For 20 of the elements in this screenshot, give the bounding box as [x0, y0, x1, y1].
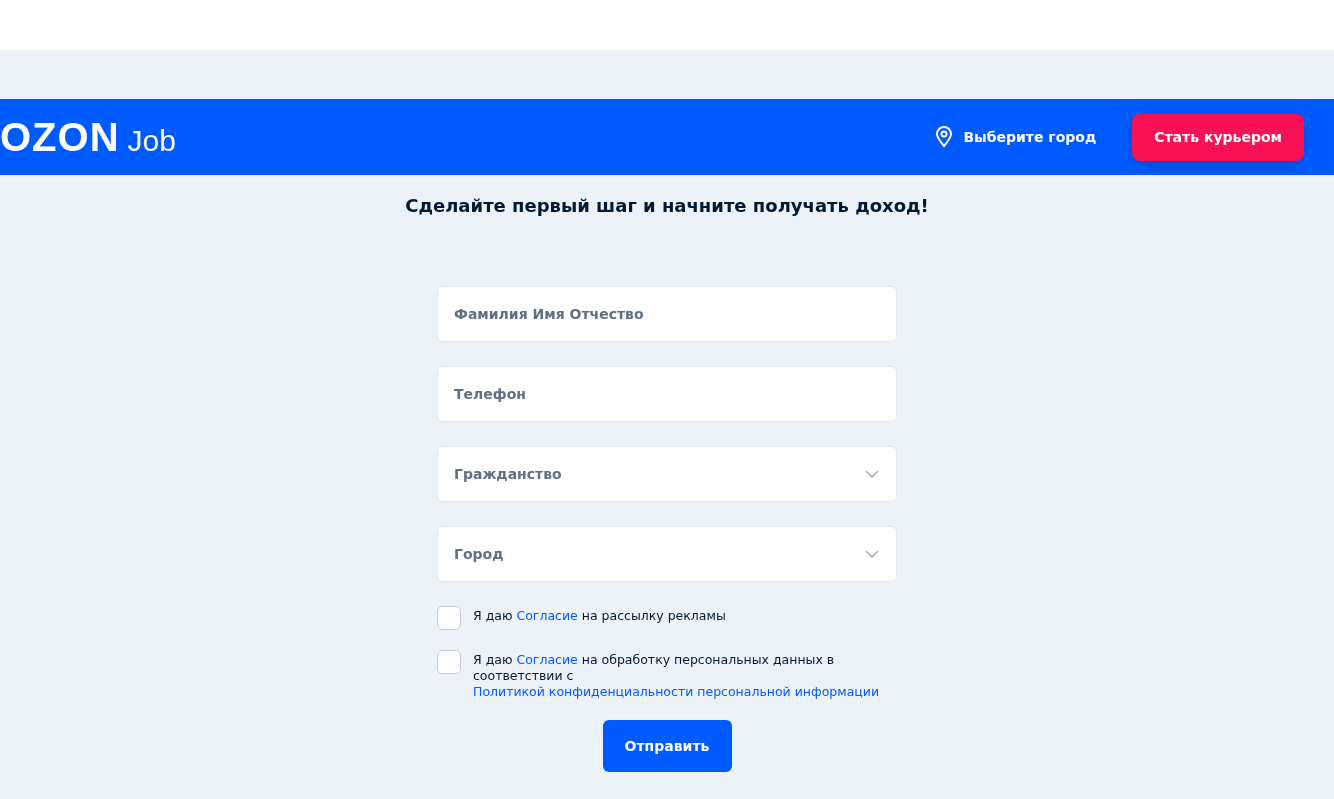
city-link[interactable]: Выберите город — [935, 126, 1097, 148]
consent-link[interactable]: Согласие — [516, 608, 578, 623]
input-field[interactable]: Фамилия Имя Отчество — [437, 286, 897, 342]
logo-suffix: Job — [127, 123, 176, 158]
select-field[interactable]: Город — [437, 526, 897, 582]
chevron-down-icon — [865, 470, 879, 478]
privacy-policy-link[interactable]: Политикой конфиденциальности персональной информации — [473, 684, 880, 699]
select-field[interactable]: Гражданство — [437, 446, 897, 502]
checkbox[interactable] — [437, 650, 461, 674]
become-courier-button[interactable]: Стать курьером — [1132, 113, 1304, 161]
submit-button[interactable]: Отправить — [602, 720, 732, 772]
subtitle: Сделайте первый шаг и начните получать доход! — [405, 195, 929, 216]
logo[interactable]: OZON — [0, 114, 120, 160]
input-field[interactable]: Телефон — [437, 366, 897, 422]
chevron-down-icon — [865, 550, 879, 558]
consent-text: Я даю Согласие на обработку персональных данных в соответствии с Политикой конфиденциальности персональной информации — [473, 652, 881, 700]
location-pin-icon — [935, 126, 954, 148]
checkbox[interactable] — [437, 606, 461, 630]
consent-link[interactable]: Согласие — [516, 652, 578, 667]
consent-text: Я даю Согласие на рассылку рекламы — [473, 608, 726, 624]
